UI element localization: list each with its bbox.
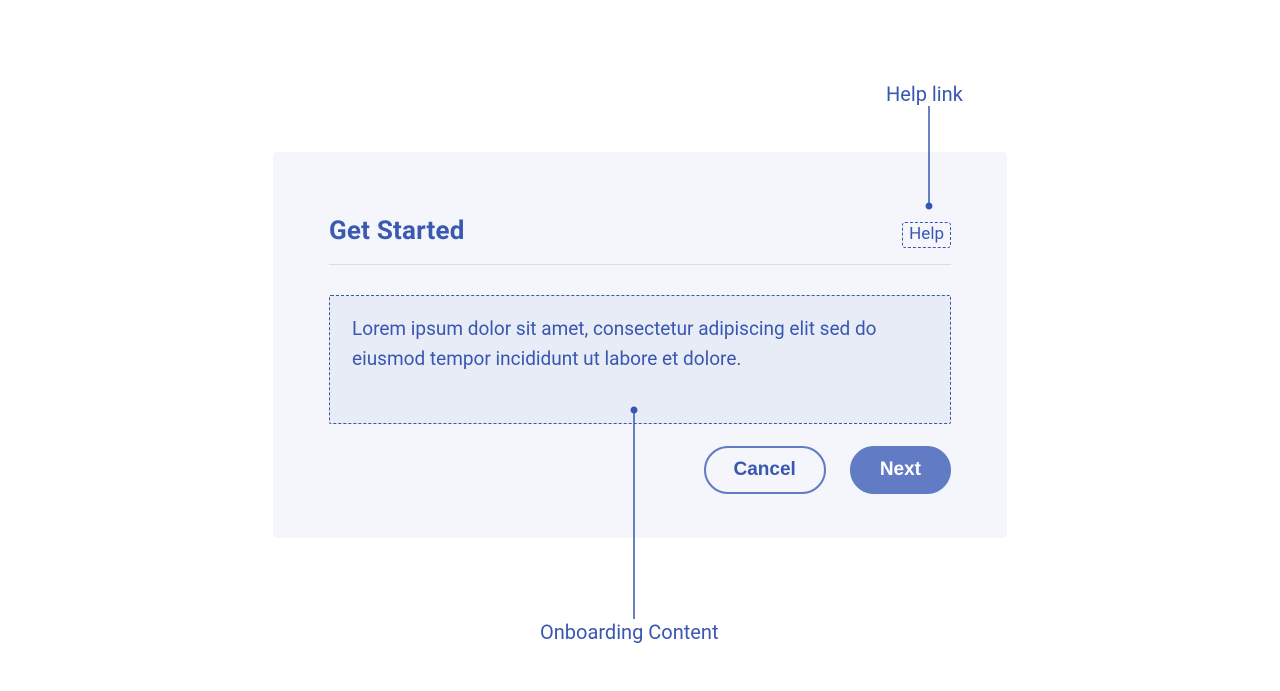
header-divider (329, 264, 951, 265)
next-button[interactable]: Next (850, 446, 951, 494)
onboarding-panel: Get Started Help Lorem ipsum dolor sit a… (273, 152, 1007, 538)
panel-footer: Cancel Next (329, 446, 951, 494)
annotation-onboarding-content-leader (632, 407, 636, 619)
onboarding-content-box: Lorem ipsum dolor sit amet, consectetur … (329, 295, 951, 424)
annotation-help-link-leader (927, 106, 931, 211)
annotation-help-link-label: Help link (886, 82, 963, 106)
panel-title: Get Started (329, 216, 465, 246)
onboarding-body-text: Lorem ipsum dolor sit amet, consectetur … (352, 317, 877, 370)
help-link[interactable]: Help (902, 222, 951, 248)
annotation-onboarding-content-label: Onboarding Content (540, 620, 719, 644)
cancel-button[interactable]: Cancel (704, 446, 826, 494)
panel-header: Get Started Help (329, 216, 951, 248)
